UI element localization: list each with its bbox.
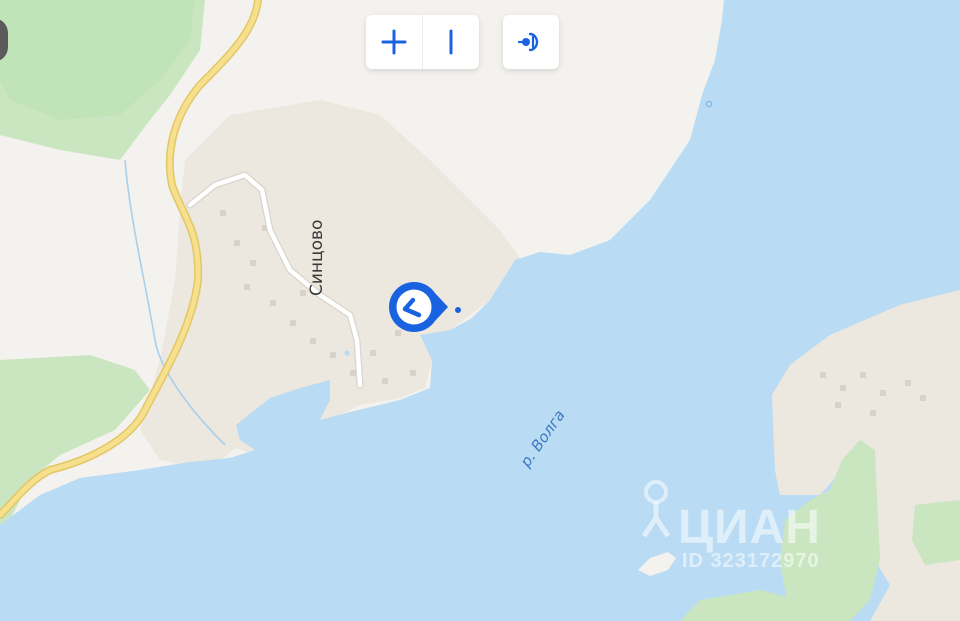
zoom-in-button[interactable] — [366, 15, 422, 69]
pond — [344, 350, 350, 356]
minus-icon — [449, 29, 453, 55]
locate-icon — [517, 32, 539, 52]
zoom-out-button[interactable] — [422, 15, 479, 69]
watermark-brand: ЦИАН — [678, 501, 821, 554]
watermark: ЦИАН ID 323172970 — [636, 478, 866, 578]
marker-inner-circle — [396, 289, 432, 325]
plus-icon — [381, 29, 407, 55]
watermark-id: ID 323172970 — [682, 550, 820, 572]
watermark-logo-icon — [641, 480, 671, 538]
marker-dot — [455, 307, 461, 313]
locate-button[interactable] — [503, 15, 559, 69]
zoom-controls — [366, 15, 479, 69]
village-label: Синцово — [307, 220, 327, 296]
